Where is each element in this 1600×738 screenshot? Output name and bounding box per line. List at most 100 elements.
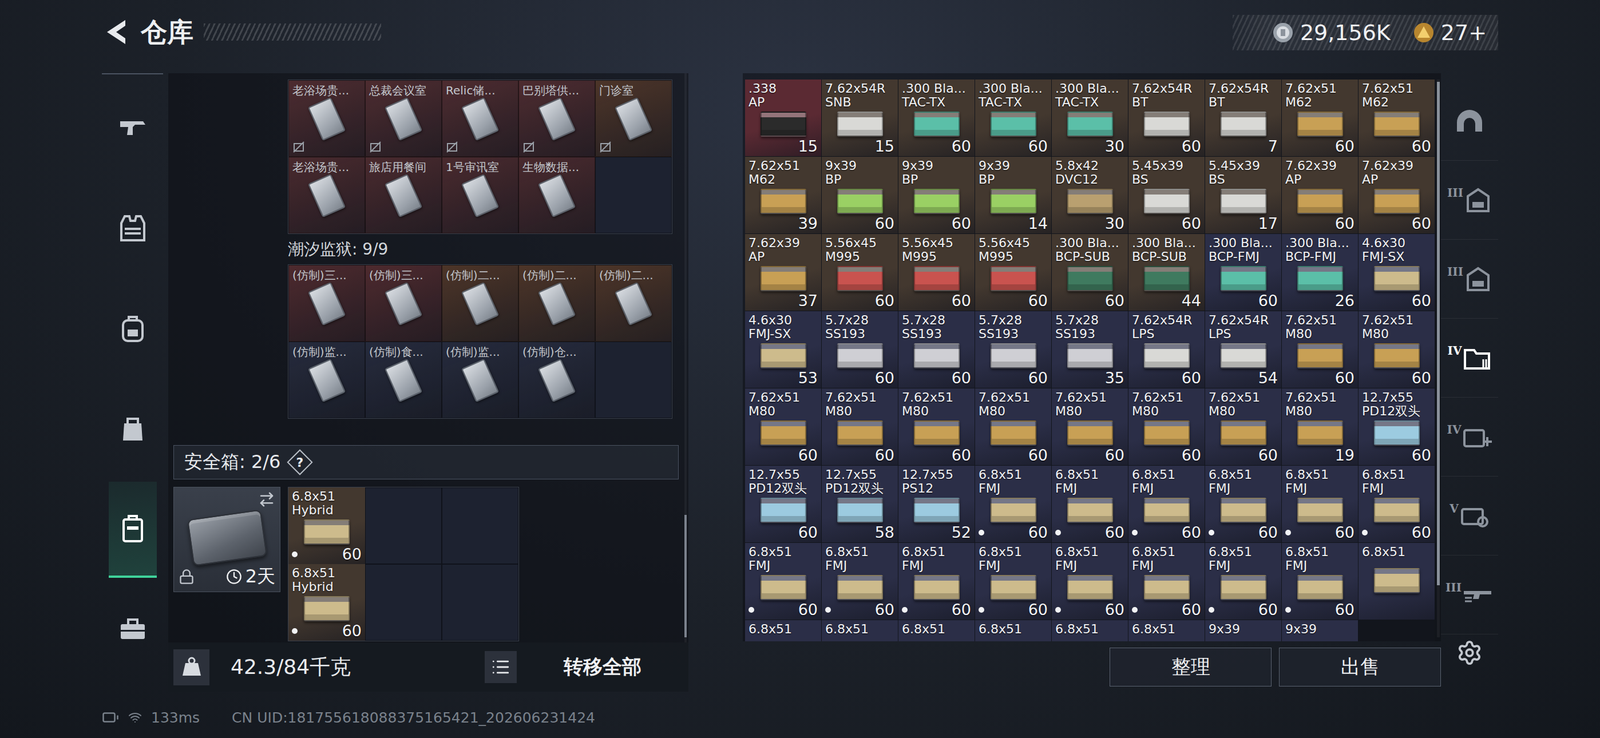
key-item[interactable]: (仿制)二...	[518, 264, 596, 342]
ammo-item[interactable]: 7.62x39AP37	[745, 234, 822, 311]
key-item[interactable]: (仿制)三...	[288, 264, 366, 342]
ammo-item[interactable]: 6.8x51FMJ60	[1281, 465, 1358, 543]
ammo-item[interactable]: 7.62x51M8060	[1281, 311, 1358, 388]
ammo-item[interactable]: 6.8x51FMJ60	[975, 465, 1052, 543]
ammo-item[interactable]: 7.62x51M8060	[975, 388, 1052, 466]
ammo-item[interactable]: .300 Bla...BCP-FMJ26	[1281, 234, 1358, 311]
ammo-item[interactable]: 6.8x51	[1358, 543, 1435, 620]
ammo-item[interactable]: 5.7x28SS19360	[975, 311, 1052, 388]
ammo-item[interactable]: 7.62x51M6260	[1358, 79, 1435, 157]
ammo-item[interactable]: 6.8x51FMJ60	[1281, 543, 1358, 620]
ammo-item[interactable]: .300 Bla...TAC-TX60	[975, 79, 1052, 157]
ammo-item[interactable]: 7.62x54RSNB15	[821, 79, 898, 157]
filter-item[interactable]: V	[1440, 476, 1499, 556]
filter-item[interactable]	[1440, 81, 1499, 161]
ammo-item[interactable]: 6.8x51Hybrid60	[288, 487, 366, 565]
ammo-item[interactable]: 6.8x51FMJ60	[1205, 543, 1282, 620]
ammo-item[interactable]: 5.56x45M99560	[898, 234, 975, 311]
ammo-item[interactable]: 12.7x55PS1252	[898, 465, 975, 543]
ammo-item[interactable]: 6.8x51FMJ60	[745, 543, 822, 620]
key-item[interactable]: 门诊室	[595, 80, 672, 157]
ammo-item[interactable]: 6.8x51	[1128, 620, 1205, 642]
back-button[interactable]	[101, 14, 131, 50]
ammo-item[interactable]: 4.6x30FMJ-SX53	[745, 311, 822, 388]
key-item[interactable]: (仿制)三...	[365, 264, 442, 342]
ammo-item[interactable]: .300 Bla...BCP-SUB44	[1128, 234, 1205, 311]
ammo-item[interactable]: 5.7x28SS19360	[821, 311, 898, 388]
ammo-item[interactable]: 6.8x51	[821, 620, 898, 642]
ammo-item[interactable]: .300 Bla...BCP-SUB60	[1051, 234, 1128, 311]
ammo-item[interactable]: 12.7x55PD12双头58	[821, 465, 898, 543]
ammo-item[interactable]: 7.62x51M8060	[1205, 388, 1282, 466]
sidebar-item[interactable]	[101, 279, 164, 380]
key-item[interactable]: 老浴场贵...	[288, 80, 366, 157]
filter-item[interactable]: IV	[1440, 318, 1499, 398]
scrollbar-thumb[interactable]	[1436, 81, 1440, 586]
list-button[interactable]	[484, 651, 517, 684]
key-item[interactable]: 1号审讯室	[441, 156, 519, 234]
ammo-item[interactable]: 7.62x39AP60	[1281, 156, 1358, 234]
key-item[interactable]: 旅店用餐间	[365, 156, 442, 234]
key-item[interactable]: 老浴场贵...	[288, 156, 366, 234]
ammo-item[interactable]: 7.62x51M8060	[1128, 388, 1205, 466]
ammo-item[interactable]: 7.62x51M6239	[745, 156, 822, 234]
ammo-item[interactable]: 6.8x51FMJ60	[1358, 465, 1435, 543]
ammo-item[interactable]: 4.6x30FMJ-SX60	[1358, 234, 1435, 311]
ammo-item[interactable]: .300 Bla...TAC-TX60	[898, 79, 975, 157]
sidebar-item[interactable]	[101, 379, 164, 480]
ammo-item[interactable]: 6.8x51FMJ60	[1128, 543, 1205, 620]
ammo-item[interactable]: 7.62x51M8060	[1051, 388, 1128, 466]
ammo-item[interactable]: 7.62x54RBT60	[1128, 79, 1205, 157]
key-item[interactable]: (仿制)监...	[288, 341, 366, 419]
ammo-item[interactable]: 9x39	[1205, 620, 1282, 642]
ammo-item[interactable]: 6.8x51FMJ60	[898, 543, 975, 620]
ammo-item[interactable]: 7.62x51M8060	[898, 388, 975, 466]
ammo-item[interactable]: 7.62x51M8060	[821, 388, 898, 466]
scrollbar-thumb[interactable]	[684, 515, 687, 638]
ammo-item[interactable]: 7.62x54RLPS60	[1128, 311, 1205, 388]
ammo-item[interactable]: 9x39BP60	[898, 156, 975, 234]
ammo-item[interactable]: 5.45x39BS17	[1205, 156, 1282, 234]
ammo-item[interactable]: 12.7x55PD12双头60	[1358, 388, 1435, 466]
ammo-item[interactable]: 6.8x51FMJ60	[1128, 465, 1205, 543]
ammo-item[interactable]: .300 Bla...TAC-TX30	[1051, 79, 1128, 157]
ammo-item[interactable]: 6.8x51	[975, 620, 1052, 642]
ammo-item[interactable]: 6.8x51	[1051, 620, 1128, 642]
ammo-item[interactable]: 9x39BP14	[975, 156, 1052, 234]
ammo-item[interactable]: 5.56x45M99560	[821, 234, 898, 311]
help-button[interactable]: ?	[287, 449, 314, 475]
ammo-item[interactable]: 6.8x51FMJ60	[1051, 543, 1128, 620]
ammo-item[interactable]: 7.62x54RBT7	[1205, 79, 1282, 157]
ammo-item[interactable]: 6.8x51	[898, 620, 975, 642]
ammo-item[interactable]: .300 Bla...BCP-FMJ60	[1205, 234, 1282, 311]
ammo-item[interactable]: 5.7x28SS19335	[1051, 311, 1128, 388]
ammo-item[interactable]: 7.62x51M8060	[745, 388, 822, 466]
sidebar-item[interactable]	[101, 78, 164, 180]
ammo-item[interactable]: 5.7x28SS19360	[898, 311, 975, 388]
settings-button[interactable]	[1440, 634, 1499, 672]
ammo-item[interactable]: 7.62x39AP60	[1358, 156, 1435, 234]
ammo-item[interactable]: 9x39BP60	[821, 156, 898, 234]
ammo-item[interactable]: 7.62x51M8019	[1281, 388, 1358, 466]
ammo-item[interactable]: 7.62x54RLPS54	[1205, 311, 1282, 388]
key-item[interactable]: 生物数据...	[518, 156, 596, 234]
ammo-item[interactable]: 6.8x51FMJ60	[975, 543, 1052, 620]
ammo-item[interactable]: 6.8x51Hybrid60	[288, 564, 366, 641]
key-item[interactable]: (仿制)食...	[365, 341, 442, 419]
key-item[interactable]: Relic储...	[441, 80, 519, 157]
ammo-item[interactable]: .338AP15	[745, 79, 822, 157]
ammo-item[interactable]: 7.62x51M8060	[1358, 311, 1435, 388]
ammo-item[interactable]: 5.45x39BS60	[1128, 156, 1205, 234]
sidebar-item[interactable]	[101, 179, 164, 280]
filter-item[interactable]: III	[1440, 239, 1499, 319]
key-item[interactable]: (仿制)监...	[441, 341, 519, 419]
ammo-item[interactable]: 6.8x51	[745, 620, 822, 642]
ammo-item[interactable]: 9x39	[1281, 620, 1358, 642]
key-item[interactable]: (仿制)二...	[595, 264, 672, 342]
key-item[interactable]: 总裁会议室	[365, 80, 442, 157]
ammo-item[interactable]: 12.7x55PD12双头60	[745, 465, 822, 543]
key-item[interactable]: (仿制)仓...	[518, 341, 596, 419]
filter-item[interactable]: III	[1440, 555, 1499, 635]
ammo-item[interactable]: 7.62x51M6260	[1281, 79, 1358, 157]
action-button[interactable]: 出售	[1278, 647, 1441, 687]
